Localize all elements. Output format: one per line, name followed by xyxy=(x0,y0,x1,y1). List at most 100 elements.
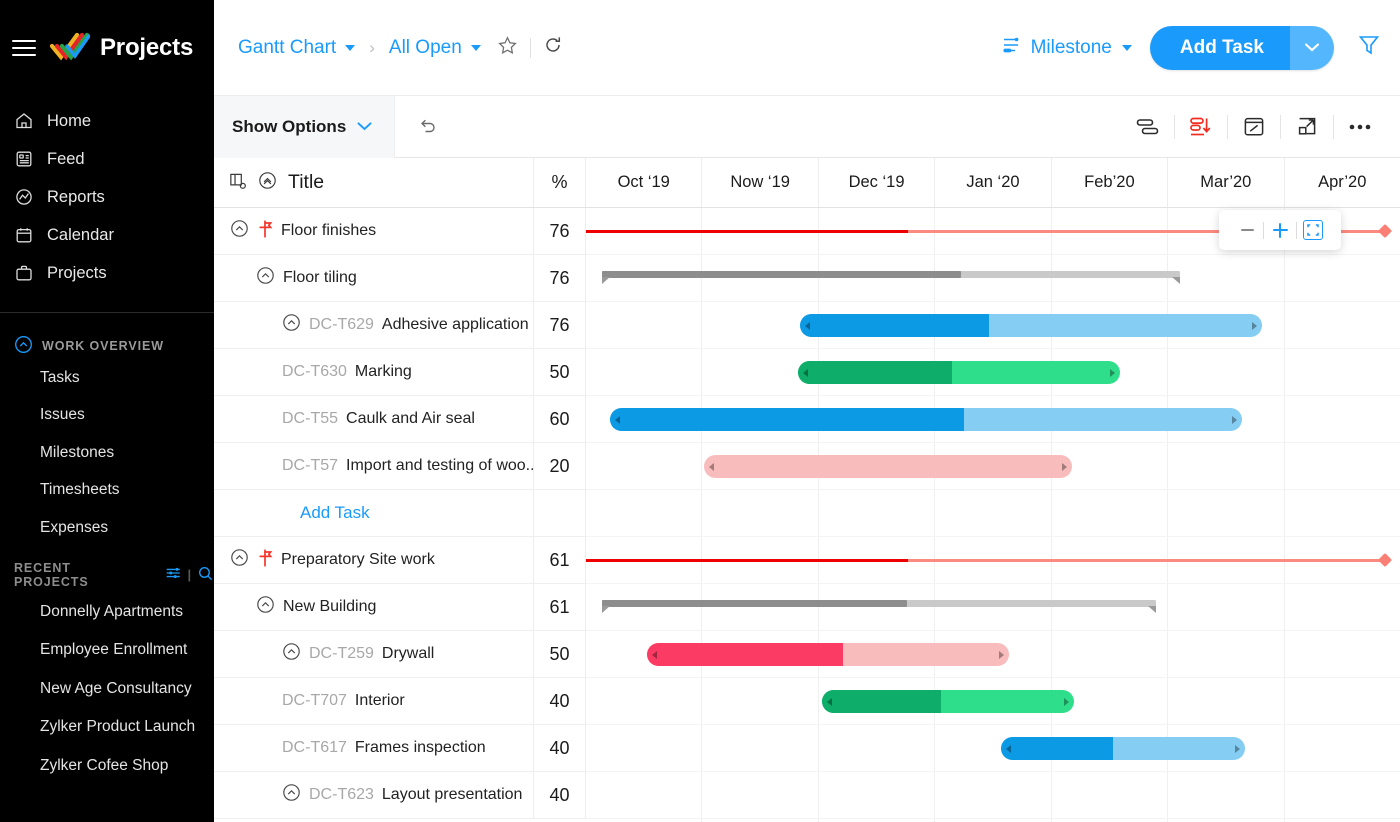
sidebar-item-home[interactable]: Home xyxy=(0,102,214,140)
fit-to-screen-icon[interactable] xyxy=(1297,214,1329,246)
sidebar-item-reports[interactable]: Reports xyxy=(0,178,214,216)
table-row[interactable]: DC-T707 Interior 40 xyxy=(214,677,586,725)
table-row[interactable]: DC-T259 Drywall 50 xyxy=(214,630,586,678)
task-name: Caulk and Air seal xyxy=(346,410,475,427)
project-item-new-age-consultancy[interactable]: New Age Consultancy xyxy=(0,670,214,709)
sidebar-item-milestones[interactable]: Milestones xyxy=(0,434,214,472)
row-collapse-chevron-icon[interactable] xyxy=(256,266,275,290)
gantt-milestone-line[interactable] xyxy=(586,552,1393,568)
critical-path-icon[interactable] xyxy=(1175,110,1227,144)
breadcrumb-separator: › xyxy=(369,37,375,57)
gantt-task-bar[interactable] xyxy=(647,643,1010,666)
filter-funnel-icon[interactable] xyxy=(1356,32,1382,63)
add-task-row-link[interactable]: Add Task xyxy=(300,503,370,523)
task-key: DC-T259 xyxy=(309,645,374,662)
sidebar-item-tasks[interactable]: Tasks xyxy=(0,359,214,397)
table-row[interactable]: DC-T55 Caulk and Air seal 60 xyxy=(214,395,586,443)
task-name: Adhesive application xyxy=(381,316,529,333)
column-settings-icon[interactable] xyxy=(228,171,247,195)
milestone-chevron-down-icon[interactable] xyxy=(1121,44,1132,51)
row-collapse-chevron-icon[interactable] xyxy=(282,313,301,337)
gantt-task-bar[interactable] xyxy=(822,690,1075,713)
filter-settings-icon[interactable] xyxy=(164,564,182,585)
task-title-cell: DC-T623 Layout presentation xyxy=(214,771,534,819)
row-collapse-chevron-icon[interactable] xyxy=(230,219,249,243)
sidebar-item-label: Calendar xyxy=(47,225,114,244)
bar-start-arrow-icon xyxy=(1006,744,1012,753)
table-row[interactable]: New Building 61 xyxy=(214,583,586,631)
calendar-view-icon[interactable] xyxy=(1228,110,1280,144)
task-name: Preparatory Site work xyxy=(281,551,435,568)
sidebar-item-label: Tasks xyxy=(40,368,80,386)
more-options-icon[interactable] xyxy=(1334,110,1386,144)
row-collapse-chevron-icon[interactable] xyxy=(230,548,249,572)
recent-projects-header: RECENT PROJECTS | xyxy=(0,547,214,593)
gantt-task-bar[interactable] xyxy=(797,361,1120,384)
add-task-button[interactable]: Add Task xyxy=(1149,25,1290,70)
refresh-icon[interactable] xyxy=(543,35,563,60)
add-task-dropdown-button[interactable] xyxy=(1290,25,1334,70)
sidebar-item-calendar[interactable]: Calendar xyxy=(0,216,214,254)
gantt-task-bar[interactable] xyxy=(800,314,1262,337)
project-item-donnelly-apartments[interactable]: Donnelly Apartments xyxy=(0,593,214,632)
table-row[interactable]: DC-T623 Layout presentation 40 xyxy=(214,771,586,819)
sidebar-item-issues[interactable]: Issues xyxy=(0,397,214,435)
bar-end-arrow-icon xyxy=(1109,368,1115,377)
breadcrumb-view-chevron-down-icon[interactable] xyxy=(345,44,356,51)
sidebar-item-expenses[interactable]: Expenses xyxy=(0,509,214,547)
percent-cell: 61 xyxy=(534,536,586,584)
sidebar-item-feed[interactable]: Feed xyxy=(0,140,214,178)
project-item-employee-enrollment[interactable]: Employee Enrollment xyxy=(0,631,214,670)
summary-progress xyxy=(602,271,961,278)
search-icon[interactable] xyxy=(197,565,214,585)
sidebar-item-projects[interactable]: Projects xyxy=(0,254,214,292)
gantt-summary-bar[interactable] xyxy=(602,600,1156,613)
gantt-bar-progress xyxy=(610,408,965,431)
zoom-in-icon[interactable] xyxy=(1264,214,1296,246)
breadcrumb-view-link[interactable]: Gantt Chart xyxy=(238,37,336,59)
hamburger-menu-icon[interactable] xyxy=(12,38,38,58)
gantt-bar-progress xyxy=(647,643,843,666)
reports-icon xyxy=(14,187,34,207)
table-row[interactable]: DC-T57 Import and testing of woo.. 20 xyxy=(214,442,586,490)
gantt-task-bar[interactable] xyxy=(704,455,1072,478)
table-row[interactable]: DC-T617 Frames inspection 40 xyxy=(214,724,586,772)
project-label: Zylker Cofee Shop xyxy=(40,756,169,774)
show-options-group[interactable]: Show Options xyxy=(214,95,396,158)
row-collapse-chevron-icon[interactable] xyxy=(282,642,301,666)
fullscreen-icon[interactable] xyxy=(1281,110,1333,144)
breadcrumb-filter-link[interactable]: All Open xyxy=(389,37,462,59)
work-overview-header[interactable]: WORK OVERVIEW xyxy=(0,313,214,359)
milestone-view-selector[interactable]: Milestone xyxy=(1000,34,1132,61)
row-collapse-chevron-icon[interactable] xyxy=(282,783,301,807)
gantt-task-bar[interactable] xyxy=(1001,737,1246,760)
table-row[interactable]: Add Task xyxy=(214,489,586,537)
show-options-chevron-down-icon[interactable] xyxy=(357,118,372,136)
project-item-zylker-product-launch[interactable]: Zylker Product Launch xyxy=(0,708,214,747)
zoom-out-icon[interactable] xyxy=(1231,214,1263,246)
gantt-task-bar[interactable] xyxy=(610,408,1243,431)
project-label: New Age Consultancy xyxy=(40,679,192,697)
collapse-chevron-icon[interactable] xyxy=(14,335,33,357)
calendar-icon xyxy=(14,225,34,245)
add-task-button-group[interactable]: Add Task xyxy=(1149,25,1334,70)
show-options-label[interactable]: Show Options xyxy=(232,117,346,137)
breadcrumb-filter-chevron-down-icon[interactable] xyxy=(470,44,481,51)
table-row[interactable]: Floor finishes 76 xyxy=(214,207,586,255)
gantt-bars-icon[interactable] xyxy=(1122,110,1174,144)
milestone-diamond-marker xyxy=(1377,223,1393,239)
sidebar-item-timesheets[interactable]: Timesheets xyxy=(0,472,214,510)
table-row[interactable]: DC-T630 Marking 50 xyxy=(214,348,586,396)
bar-start-arrow-icon xyxy=(652,650,658,659)
table-row[interactable]: Preparatory Site work 61 xyxy=(214,536,586,584)
task-name: New Building xyxy=(283,598,377,615)
table-row[interactable]: DC-T629 Adhesive application 76 xyxy=(214,301,586,349)
project-item-zylker-cofee-shop[interactable]: Zylker Cofee Shop xyxy=(0,747,214,786)
collapse-all-icon[interactable] xyxy=(258,171,277,195)
projects-icon xyxy=(14,263,34,283)
gantt-summary-bar[interactable] xyxy=(602,271,1181,284)
undo-icon[interactable] xyxy=(417,117,439,137)
table-row[interactable]: Floor tiling 76 xyxy=(214,254,586,302)
favorite-star-icon[interactable] xyxy=(497,35,518,61)
row-collapse-chevron-icon[interactable] xyxy=(256,595,275,619)
